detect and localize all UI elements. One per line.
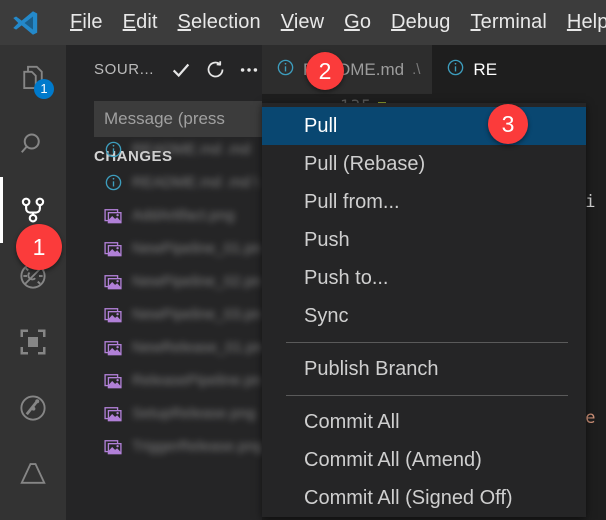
menu-terminal[interactable]: Terminal	[461, 9, 557, 36]
menu-edit[interactable]: Edit	[113, 9, 168, 36]
vscode-logo-icon	[8, 6, 42, 40]
list-item[interactable]: NewPipeline_01.png	[66, 232, 262, 265]
file-name: TriggerRelease.png	[132, 438, 262, 455]
refresh-button[interactable]	[200, 55, 230, 85]
context-menu-item-pull-rebase[interactable]: Pull (Rebase)	[262, 145, 586, 183]
source-control-icon	[18, 195, 48, 225]
menu-debug[interactable]: Debug	[381, 9, 460, 36]
tab-label: RE	[473, 59, 498, 79]
context-menu-item-commit-all-amend[interactable]: Commit All (Amend)	[262, 441, 586, 479]
context-menu-item-commit-all[interactable]: Commit All	[262, 403, 586, 441]
activity-item-explorer[interactable]: 1	[0, 45, 66, 111]
file-name: NewRelease_01.png	[132, 339, 262, 356]
list-item[interactable]: SetupRelease.png	[66, 397, 262, 430]
tab-path-suffix: .\	[412, 61, 421, 78]
explorer-badge: 1	[34, 79, 54, 99]
file-name: ReleasePipeline.png	[132, 372, 262, 389]
context-menu-item-publish-branch[interactable]: Publish Branch	[262, 350, 586, 388]
image-file-icon	[102, 337, 124, 359]
markdown-info-icon	[102, 139, 124, 161]
context-menu-item-sync[interactable]: Sync	[262, 297, 586, 335]
menu-bar: File Edit Selection View Go Debug Termin…	[0, 0, 606, 45]
image-file-icon	[102, 370, 124, 392]
list-item[interactable]: TriggerRelease.png	[66, 430, 262, 463]
activity-item-gitlens[interactable]	[0, 375, 66, 441]
image-file-icon	[102, 271, 124, 293]
context-menu-separator	[286, 395, 568, 396]
menu-file[interactable]: File	[60, 9, 113, 36]
image-file-icon	[102, 238, 124, 260]
image-file-icon	[102, 304, 124, 326]
sidebar-header: SOUR...	[66, 45, 262, 94]
list-item[interactable]: NewRelease_01.png	[66, 331, 262, 364]
menu-go[interactable]: Go	[334, 9, 381, 36]
activity-item-search[interactable]	[0, 111, 66, 177]
file-name: NewPipeline_03.png	[132, 306, 262, 323]
list-item[interactable]: README.md .md	[66, 133, 262, 166]
activity-bar: 1	[0, 45, 66, 520]
context-menu-item-commit-all-signed-off[interactable]: Commit All (Signed Off)	[262, 479, 586, 517]
more-actions-button[interactable]	[234, 55, 264, 85]
menu-view[interactable]: View	[271, 9, 334, 36]
sidebar-title: SOUR...	[94, 61, 155, 78]
editor-tab-readme-second[interactable]: RE	[432, 45, 510, 94]
sidebar-actions	[166, 55, 264, 85]
list-item[interactable]: AddArtifact.png	[66, 199, 262, 232]
markdown-info-icon	[102, 172, 124, 194]
annotation-badge-3: 3	[488, 104, 528, 144]
info-file-icon	[446, 58, 465, 82]
commit-message-input[interactable]: Message (press	[94, 101, 274, 137]
image-file-icon	[102, 436, 124, 458]
context-menu-item-push[interactable]: Push	[262, 221, 586, 259]
file-name: NewPipeline_02.png	[132, 273, 262, 290]
activity-item-extensions[interactable]	[0, 309, 66, 375]
source-control-context-menu: Pull Pull (Rebase) Pull from... Push Pus…	[262, 103, 586, 517]
context-menu-item-pull-from[interactable]: Pull from...	[262, 183, 586, 221]
file-name: AddArtifact.png	[132, 207, 235, 224]
menu-selection[interactable]: Selection	[168, 9, 271, 36]
list-item[interactable]: ReleasePipeline.png	[66, 364, 262, 397]
changes-file-list: README.md .md README.md .md \ AddArtifac…	[66, 133, 262, 463]
file-name: NewPipeline_01.png	[132, 240, 262, 257]
context-menu-item-pull[interactable]: Pull	[262, 107, 586, 145]
annotation-badge-1: 1	[16, 224, 62, 270]
file-name: README.md .md	[132, 141, 251, 158]
activity-item-azure[interactable]	[0, 441, 66, 507]
list-item[interactable]: NewPipeline_02.png	[66, 265, 262, 298]
list-item[interactable]: README.md .md \	[66, 166, 262, 199]
search-icon	[18, 129, 48, 159]
commit-button[interactable]	[166, 55, 196, 85]
azure-icon	[18, 459, 48, 489]
context-menu-separator	[286, 342, 568, 343]
file-name: SetupRelease.png	[132, 405, 256, 422]
image-file-icon	[102, 403, 124, 425]
context-menu-item-push-to[interactable]: Push to...	[262, 259, 586, 297]
file-name: README.md .md \	[132, 174, 259, 191]
info-file-icon	[276, 58, 295, 82]
commit-message-placeholder: Message (press	[104, 109, 225, 128]
image-file-icon	[102, 205, 124, 227]
annotation-badge-2: 2	[306, 52, 344, 90]
editor-tab-readme[interactable]: README.md .\	[262, 45, 433, 94]
gitlens-icon	[18, 393, 48, 423]
menu-help[interactable]: Help	[557, 9, 606, 36]
vscode-window: File Edit Selection View Go Debug Termin…	[0, 0, 606, 520]
list-item[interactable]: NewPipeline_03.png	[66, 298, 262, 331]
extensions-icon	[18, 327, 48, 357]
